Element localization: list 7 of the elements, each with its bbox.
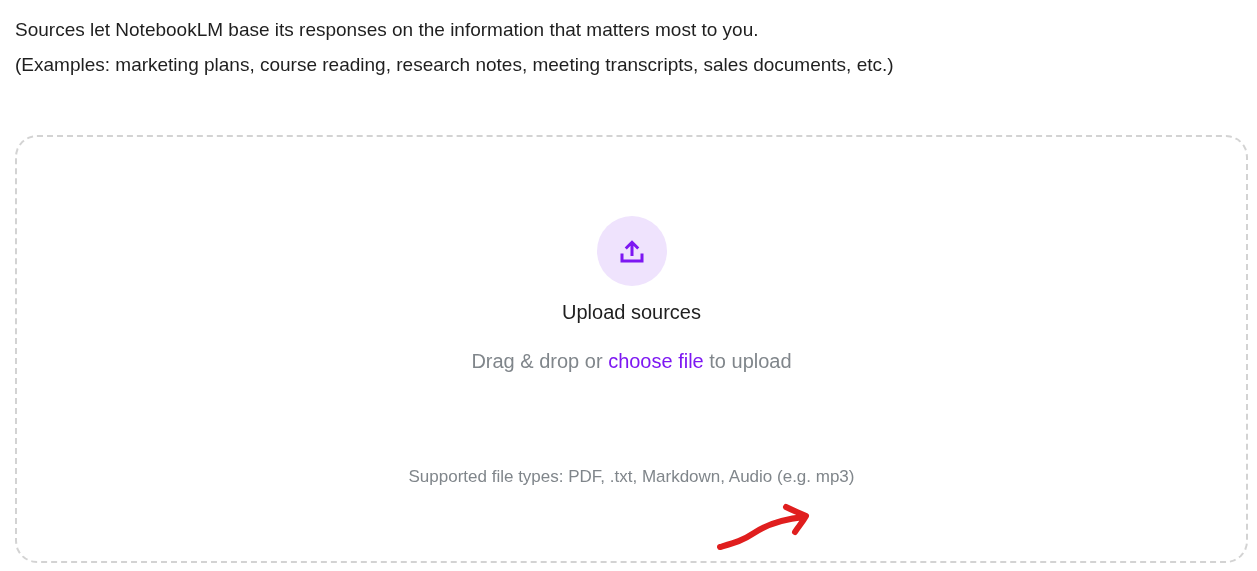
intro-text: Sources let NotebookLM base its responses on the information that matters most to you. <box>15 18 760 42</box>
upload-hint: Drag & drop or choose file to upload <box>471 350 792 373</box>
choose-file-link[interactable]: choose file <box>608 350 704 372</box>
upload-title: Upload sources <box>562 301 701 324</box>
intro-text: (Examples: marketing plans, course reading, research notes, meeting transcripts, sales documents, etc.) <box>15 53 895 77</box>
upload-dropzone[interactable]: Upload sources Drag & drop or choose file to upload Supported file types: PDF, .txt, Markdown, Audio (e.g. mp3) <box>15 135 1248 563</box>
supported-types-text: Supported file types: PDF, .txt, Markdown, Audio (e.g. mp3) <box>408 467 855 487</box>
